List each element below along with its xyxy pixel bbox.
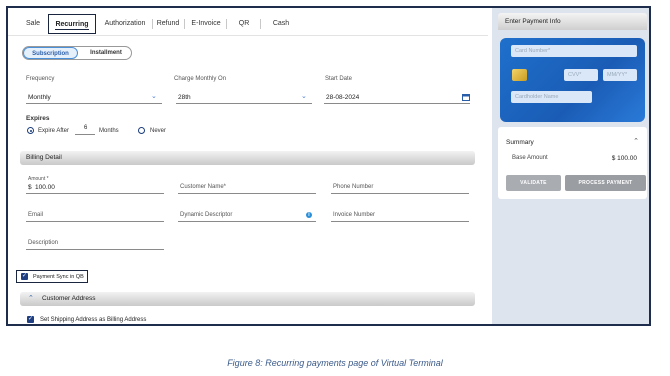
invoice-number-field[interactable]: Invoice Number <box>333 212 375 218</box>
expire-count-input[interactable]: 6 <box>84 125 87 131</box>
email-underline <box>26 221 164 222</box>
invoice-number-underline <box>331 221 469 222</box>
same-as-billing-checkbox[interactable]: ✓ <box>27 316 34 323</box>
tab-divider <box>260 19 261 29</box>
customer-address-title: Customer Address <box>42 295 96 302</box>
recurring-form: Sale Recurring Authorization Refund E-In… <box>8 8 488 324</box>
email-field[interactable]: Email <box>28 212 43 218</box>
payment-sidebar: Enter Payment Info Card Number* CVV* MM/… <box>492 8 649 324</box>
customer-name-underline <box>178 193 316 194</box>
figure-caption: Figure 8: Recurring payments page of Vir… <box>227 358 443 368</box>
summary-title: Summary <box>506 139 534 146</box>
chevron-down-icon[interactable]: ⌄ <box>151 92 157 100</box>
same-as-billing-label: Set Shipping Address as Billing Address <box>40 317 147 323</box>
base-amount-value: $ 100.00 <box>611 155 637 162</box>
tab-divider <box>226 19 227 29</box>
never-label: Never <box>150 128 167 134</box>
start-date-underline <box>324 103 470 104</box>
customer-name-field[interactable]: Customer Name* <box>180 184 226 190</box>
expire-count-underline <box>75 134 95 135</box>
summary-panel: Summary ⌃ Base Amount $ 100.00 VALIDATE … <box>498 127 647 199</box>
tabs-underline <box>8 35 488 36</box>
frequency-select[interactable]: Monthly <box>28 94 51 101</box>
payment-sync-label: Payment Sync in QB <box>33 274 84 280</box>
base-amount-label: Base Amount <box>512 155 548 161</box>
tab-cash[interactable]: Cash <box>270 14 292 34</box>
amount-input[interactable]: 100.00 <box>35 184 55 191</box>
tab-e-invoice[interactable]: E-Invoice <box>188 14 224 34</box>
phone-number-field[interactable]: Phone Number <box>333 184 373 190</box>
payment-info-header: Enter Payment Info <box>498 13 647 30</box>
tab-divider <box>152 19 153 29</box>
virtual-terminal-window: Sale Recurring Authorization Refund E-In… <box>6 6 651 326</box>
months-label: Months <box>99 128 119 134</box>
expire-after-radio[interactable] <box>27 127 34 134</box>
tab-recurring[interactable]: Recurring <box>48 14 96 34</box>
phone-number-underline <box>331 193 469 194</box>
validate-button[interactable]: VALIDATE <box>506 175 561 191</box>
never-radio[interactable] <box>138 127 145 134</box>
start-date-label: Start Date <box>325 76 353 82</box>
expire-after-label: Expire After <box>38 128 70 134</box>
currency-symbol: $ <box>28 184 32 191</box>
charge-monthly-on-label: Charge Monthly On <box>174 76 227 82</box>
amount-label: Amount * <box>28 176 49 182</box>
charge-day-select[interactable]: 28th <box>178 94 191 101</box>
tab-qr[interactable]: QR <box>236 14 252 34</box>
subscription-toggle[interactable]: Subscription <box>23 47 78 59</box>
tab-refund[interactable]: Refund <box>154 14 182 34</box>
credit-card-form: Card Number* CVV* MM/YY* Cardholder Name <box>500 38 645 122</box>
description-underline <box>26 249 164 250</box>
customer-address-header[interactable]: Customer Address <box>20 292 475 306</box>
card-number-input[interactable]: Card Number* <box>511 45 637 57</box>
installment-toggle[interactable]: Installment <box>81 47 131 59</box>
frequency-label: Frequency <box>26 76 55 82</box>
payment-sync-checkbox[interactable]: ✓ <box>21 273 28 280</box>
process-payment-button[interactable]: PROCESS PAYMENT <box>565 175 646 191</box>
billing-detail-header: Billing Detail <box>20 151 475 165</box>
transaction-tabs: Sale Recurring Authorization Refund E-In… <box>8 14 308 34</box>
chevron-up-icon[interactable]: ⌃ <box>28 294 34 302</box>
calendar-icon[interactable] <box>462 93 470 101</box>
cvv-input[interactable]: CVV* <box>564 69 598 81</box>
tab-sale[interactable]: Sale <box>22 14 44 34</box>
info-icon[interactable]: i <box>306 212 312 218</box>
dynamic-descriptor-underline <box>178 221 316 222</box>
chevron-down-icon[interactable]: ⌄ <box>301 92 307 100</box>
card-chip-icon <box>512 69 527 81</box>
frequency-underline <box>26 103 162 104</box>
recurring-mode-toggle: Subscription Installment <box>22 46 132 60</box>
dynamic-descriptor-field[interactable]: Dynamic Descriptor <box>180 212 232 218</box>
start-date-input[interactable]: 28-08-2024 <box>326 94 359 101</box>
tab-divider <box>184 19 185 29</box>
tab-authorization[interactable]: Authorization <box>100 14 150 34</box>
chevron-up-icon[interactable]: ⌃ <box>633 137 639 145</box>
charge-day-underline <box>176 103 312 104</box>
expiry-input[interactable]: MM/YY* <box>603 69 637 81</box>
cardholder-name-input[interactable]: Cardholder Name <box>511 91 592 103</box>
amount-underline <box>26 193 164 194</box>
expires-label: Expires <box>26 115 50 122</box>
description-field[interactable]: Description <box>28 240 58 246</box>
